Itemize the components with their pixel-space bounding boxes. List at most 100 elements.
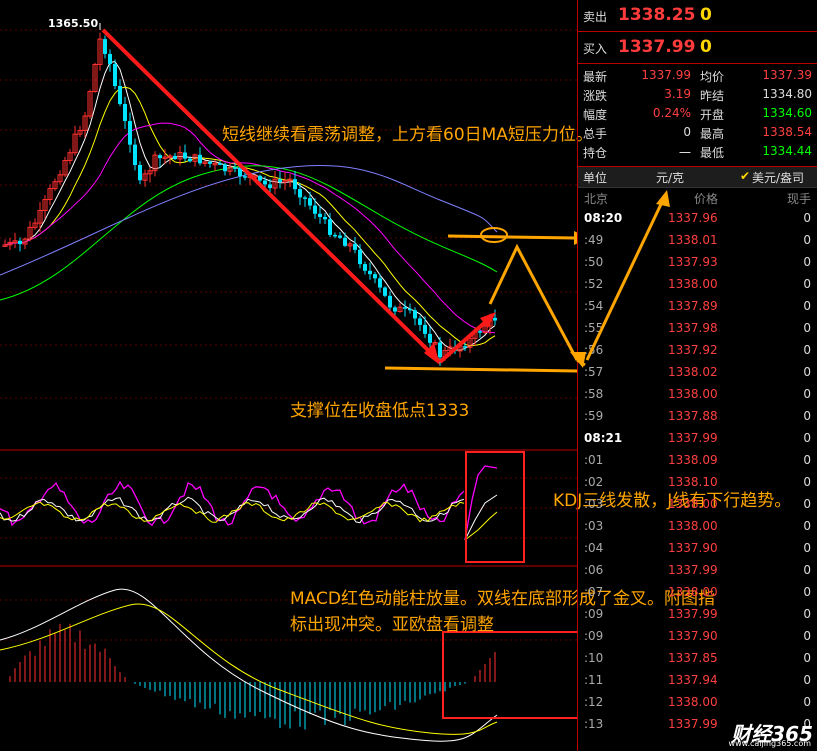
tick-volume: 0 (803, 673, 811, 687)
candle-body (258, 175, 262, 181)
kdj-j-tail (464, 465, 498, 541)
tick-time: :54 (584, 299, 604, 313)
candle-body (103, 39, 107, 54)
candle-body (323, 216, 327, 220)
tick-time: :50 (584, 255, 604, 269)
tick-row[interactable]: :12 1338.00 0 (578, 692, 817, 714)
tick-price: 1337.98 (668, 321, 718, 335)
tick-row[interactable]: :52 1338.00 0 (578, 274, 817, 296)
candle-body (18, 240, 22, 245)
tick-row[interactable]: :03 1338.00 0 (578, 494, 817, 516)
candle-body (478, 331, 482, 333)
tick-price: 1338.09 (668, 453, 718, 467)
tick-time: 08:21 (584, 431, 623, 445)
candle-body (218, 163, 222, 165)
candle-body (198, 154, 202, 164)
tick-row[interactable]: :49 1338.01 0 (578, 230, 817, 252)
candle-body (493, 317, 497, 321)
tick-volume: 0 (803, 607, 811, 621)
tick-time: :03 (584, 497, 604, 511)
stat-0: 最新 1337.99 (583, 68, 695, 86)
stat-value: 一 (678, 146, 691, 160)
sell-price: 1338.25 (618, 5, 696, 25)
tick-time: :10 (584, 651, 604, 665)
stat-9: 最低 1334.44 (700, 144, 812, 162)
stat-key: 昨结 (700, 89, 725, 103)
tick-volume: 0 (803, 563, 811, 577)
tick-row[interactable]: :54 1337.89 0 (578, 296, 817, 318)
stat-value: 1337.99 (641, 68, 691, 82)
stat-value: 1338.54 (762, 125, 812, 139)
tick-row[interactable]: :09 1337.90 0 (578, 626, 817, 648)
unit-usd[interactable]: 美元/盎司 (752, 169, 804, 186)
tick-price: 1337.96 (668, 211, 718, 225)
tick-row[interactable]: :04 1337.90 0 (578, 538, 817, 560)
stat-3: 昨结 1334.80 (700, 87, 812, 105)
kdj-highlight-box (465, 451, 525, 563)
tick-row[interactable]: :50 1337.93 0 (578, 252, 817, 274)
tick-volume: 0 (803, 629, 811, 643)
candle-body (308, 198, 312, 206)
candle-body (408, 308, 412, 311)
candle-body (413, 310, 417, 319)
tick-row[interactable]: :03 1338.00 0 (578, 516, 817, 538)
tick-time: :03 (584, 519, 604, 533)
tick-time: :59 (584, 409, 604, 423)
candle-body (278, 179, 282, 182)
candle-body (328, 219, 332, 235)
tick-volume: 0 (803, 387, 811, 401)
tick-list[interactable]: 08:20 1337.96 0:49 1338.01 0:50 1337.93 0:52 13… (578, 208, 817, 736)
header-volume: 现手 (786, 192, 811, 206)
stat-1: 均价 1337.39 (700, 68, 812, 86)
kdj-k-tail (464, 494, 498, 541)
tick-row[interactable]: 08:21 1337.99 0 (578, 428, 817, 450)
stat-key: 总手 (583, 127, 608, 141)
tick-row[interactable]: :56 1337.92 0 (578, 340, 817, 362)
tick-row[interactable]: :02 1338.10 0 (578, 472, 817, 494)
tick-price: 1338.00 (668, 585, 718, 599)
candle-body (303, 197, 307, 199)
tick-time: :13 (584, 717, 604, 731)
logo: 财经365 www.caijing365.com (717, 718, 813, 748)
sell-label: 卖出 (583, 10, 608, 24)
buy-quote: 买入 1337.99 0 (578, 32, 817, 64)
support-line (384, 366, 577, 373)
candle-body (208, 161, 212, 164)
candle-body (263, 180, 267, 185)
tick-price: 1338.02 (668, 365, 718, 379)
tick-volume: 0 (803, 475, 811, 489)
stat-value: 1334.80 (762, 87, 812, 101)
stat-key: 均价 (700, 70, 725, 84)
tick-row[interactable]: :01 1338.09 0 (578, 450, 817, 472)
tick-row[interactable]: :06 1337.99 0 (578, 560, 817, 582)
candle-body (108, 53, 112, 64)
tick-volume: 0 (803, 277, 811, 291)
forecast-zigzag (488, 243, 577, 361)
stat-value: 0 (683, 125, 691, 139)
candle-body (298, 189, 302, 198)
annotation-support: 支撑位在收盘低点1333 (290, 401, 470, 421)
unit-bar: 单位 元/克 ✔ 美元/盎司 (578, 167, 817, 188)
tick-price: 1337.90 (668, 629, 718, 643)
stat-key: 开盘 (700, 108, 725, 122)
candle-body (383, 287, 387, 296)
tick-row[interactable]: :09 1337.99 0 (578, 604, 817, 626)
tick-row[interactable]: 08:20 1337.96 0 (578, 208, 817, 230)
tick-row[interactable]: :07 1338.00 0 (578, 582, 817, 604)
sell-quote: 卖出 1338.25 0 (578, 0, 817, 32)
tick-row[interactable]: :10 1337.85 0 (578, 648, 817, 670)
tick-row[interactable]: :57 1338.02 0 (578, 362, 817, 384)
candle-body (268, 184, 272, 189)
tick-row[interactable]: :11 1337.94 0 (578, 670, 817, 692)
candle-body (343, 237, 347, 246)
unit-rmb[interactable]: 元/克 (656, 169, 684, 186)
tick-row[interactable]: :55 1337.98 0 (578, 318, 817, 340)
tick-price: 1337.99 (668, 431, 718, 445)
stat-7: 最高 1338.54 (700, 125, 812, 143)
tick-price: 1338.01 (668, 233, 718, 247)
tick-row[interactable]: :59 1337.88 0 (578, 406, 817, 428)
tick-time: :58 (584, 387, 604, 401)
tick-row[interactable]: :58 1338.00 0 (578, 384, 817, 406)
stat-key: 最新 (583, 70, 608, 84)
candlestick-chart[interactable]: 1365.50 (0, 0, 577, 751)
